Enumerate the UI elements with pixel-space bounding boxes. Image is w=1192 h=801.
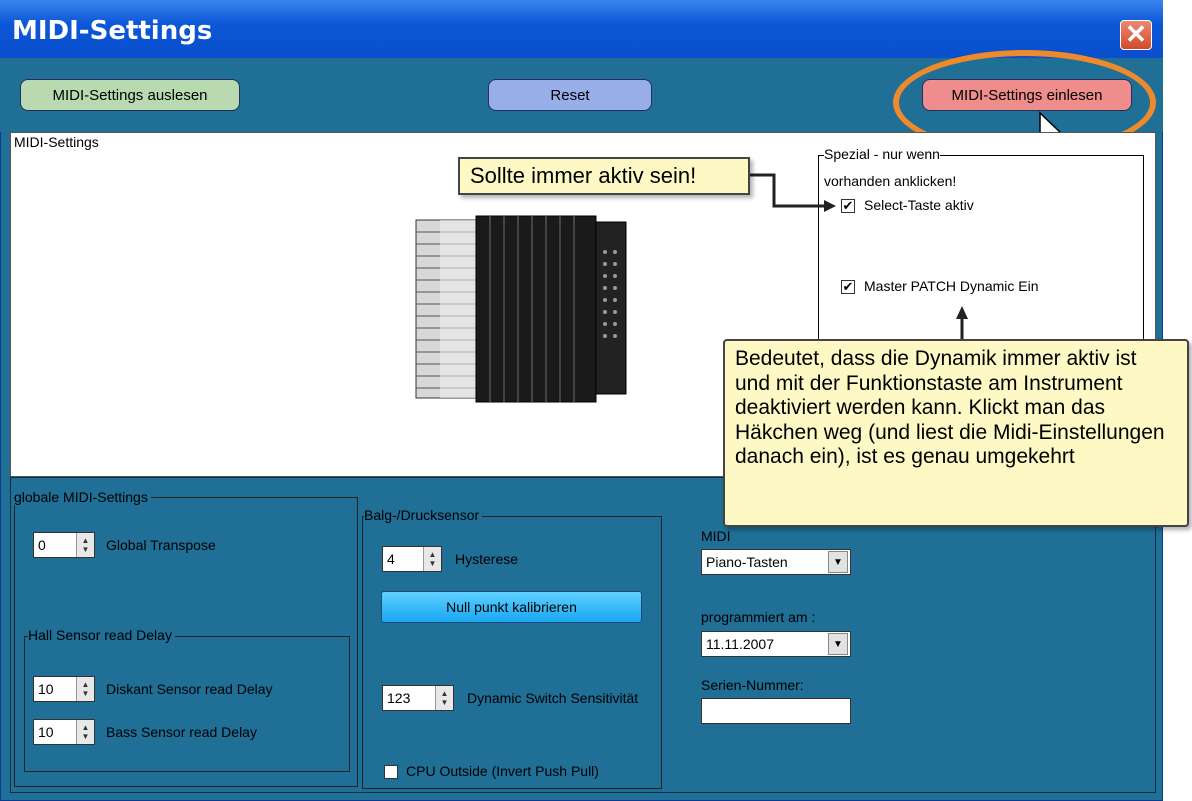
stepper-arrows-icon[interactable]: ▲ ▼ <box>423 547 441 571</box>
hall-sensor-group <box>24 636 350 772</box>
dynamic-sensitivity-value: 123 <box>387 690 411 706</box>
calibrate-zero-button[interactable]: Null punkt kalibrieren <box>381 591 642 623</box>
hysterese-value: 4 <box>387 551 395 567</box>
bass-delay-value: 10 <box>38 724 54 740</box>
diskant-delay-label: Diskant Sensor read Delay <box>106 681 273 697</box>
stepper-arrows-icon[interactable]: ▲ ▼ <box>435 686 453 710</box>
dropdown-arrow-icon[interactable]: ▼ <box>828 633 848 655</box>
programmed-date-value: 11.11.2007 <box>706 636 774 652</box>
serial-number-label: Serien-Nummer: <box>701 677 804 693</box>
bass-delay-label: Bass Sensor read Delay <box>106 724 257 740</box>
stepper-arrows-icon[interactable]: ▲ ▼ <box>76 533 94 557</box>
programmed-date-select[interactable]: 11.11.2007 ▼ <box>701 631 851 657</box>
cpu-outside-label: CPU Outside (Invert Push Pull) <box>406 763 599 779</box>
global-transpose-label: Global Transpose <box>106 537 216 553</box>
global-transpose-stepper[interactable]: 0 ▲ ▼ <box>33 532 95 558</box>
dynamic-sensitivity-stepper[interactable]: 123 ▲ ▼ <box>382 685 454 711</box>
programmed-date-label: programmiert am : <box>701 609 816 625</box>
hysterese-stepper[interactable]: 4 ▲ ▼ <box>382 546 442 572</box>
diskant-delay-value: 10 <box>38 681 54 697</box>
callout-dynamic-explanation: Bedeutet, dass die Dynamik immer aktiv i… <box>723 339 1189 527</box>
midi-label: MIDI <box>701 528 731 544</box>
bass-delay-stepper[interactable]: 10 ▲ ▼ <box>33 719 95 745</box>
global-transpose-value: 0 <box>38 537 46 553</box>
stepper-arrows-icon[interactable]: ▲ ▼ <box>76 677 94 701</box>
midi-mode-value: Piano-Tasten <box>706 554 788 570</box>
global-midi-settings-label: globale MIDI-Settings <box>14 489 151 505</box>
diskant-delay-stepper[interactable]: 10 ▲ ▼ <box>33 676 95 702</box>
balg-sensor-group-label: Balg-/Drucksensor <box>364 507 483 523</box>
serial-number-field[interactable] <box>701 698 851 724</box>
dropdown-arrow-icon[interactable]: ▼ <box>828 551 848 573</box>
hysterese-label: Hysterese <box>455 551 519 567</box>
cpu-outside-checkbox[interactable] <box>384 765 398 779</box>
callout-always-active: Sollte immer aktiv sein! <box>458 157 750 195</box>
dynamic-sensitivity-label: Dynamic Switch Sensitivität <box>467 690 639 706</box>
stepper-arrows-icon[interactable]: ▲ ▼ <box>76 720 94 744</box>
hall-sensor-group-label: Hall Sensor read Delay <box>28 627 175 643</box>
midi-mode-select[interactable]: Piano-Tasten ▼ <box>701 549 851 575</box>
